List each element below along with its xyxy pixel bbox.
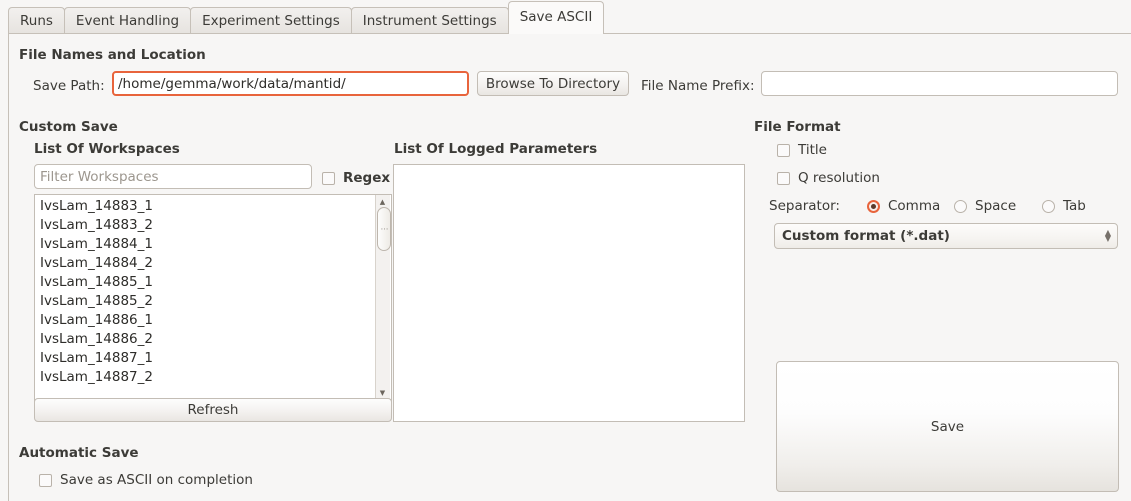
separator-tab-label: Tab xyxy=(1063,198,1086,214)
list-item[interactable]: IvsLam_14885_2 xyxy=(40,292,153,311)
file-format-combobox-value: Custom format (*.dat) xyxy=(782,228,950,244)
tab-bar: Runs Event Handling Experiment Settings … xyxy=(0,0,1131,34)
separator-comma-row[interactable]: Comma xyxy=(867,198,940,214)
file-names-group-title: File Names and Location xyxy=(19,47,206,63)
q-resolution-checkbox-label: Q resolution xyxy=(798,170,880,186)
list-item[interactable]: IvsLam_14887_1 xyxy=(40,349,153,368)
automatic-save-group-title: Automatic Save xyxy=(19,445,139,461)
save-path-label: Save Path: xyxy=(33,78,105,94)
file-format-group-title: File Format xyxy=(754,119,841,135)
separator-space-label: Space xyxy=(975,198,1016,214)
filter-workspaces-input[interactable] xyxy=(34,164,312,189)
separator-comma-label: Comma xyxy=(888,198,940,214)
file-format-combobox[interactable]: Custom format (*.dat) ▲ ▼ xyxy=(774,223,1118,249)
custom-save-group-title: Custom Save xyxy=(19,119,118,135)
q-resolution-checkbox-row[interactable]: Q resolution xyxy=(777,170,880,186)
title-checkbox-row[interactable]: Title xyxy=(777,142,827,158)
save-path-input[interactable] xyxy=(112,71,469,96)
save-as-ascii-on-completion-row[interactable]: Save as ASCII on completion xyxy=(39,472,253,488)
separator-space-row[interactable]: Space xyxy=(954,198,1016,214)
tab-runs[interactable]: Runs xyxy=(8,7,65,34)
workspaces-vertical-scrollbar[interactable]: ▲ ⋮ ▼ xyxy=(375,195,390,399)
refresh-button[interactable]: Refresh xyxy=(34,398,392,422)
title-checkbox-label: Title xyxy=(798,142,827,158)
separator-label: Separator: xyxy=(769,198,840,214)
list-of-workspaces-title: List Of Workspaces xyxy=(34,141,180,157)
separator-tab-row[interactable]: Tab xyxy=(1042,198,1086,214)
separator-tab-radio[interactable] xyxy=(1042,200,1055,213)
list-item[interactable]: IvsLam_14884_2 xyxy=(40,254,153,273)
list-item[interactable]: IvsLam_14883_2 xyxy=(40,216,153,235)
list-item[interactable]: IvsLam_14886_2 xyxy=(40,330,153,349)
save-ascii-panel: File Names and Location Save Path: Brows… xyxy=(8,33,1131,501)
file-name-prefix-input[interactable] xyxy=(761,71,1118,96)
tab-event-handling[interactable]: Event Handling xyxy=(64,7,191,34)
separator-space-radio[interactable] xyxy=(954,200,967,213)
list-item[interactable]: IvsLam_14884_1 xyxy=(40,235,153,254)
logged-parameters-list[interactable] xyxy=(394,165,399,167)
save-as-ascii-on-completion-label: Save as ASCII on completion xyxy=(60,472,253,488)
scroll-grip-icon: ⋮ xyxy=(382,225,386,233)
spinner-arrows-icon[interactable]: ▲ ▼ xyxy=(1105,230,1111,242)
list-item[interactable]: IvsLam_14885_1 xyxy=(40,273,153,292)
file-name-prefix-label: File Name Prefix: xyxy=(641,78,755,94)
workspaces-listbox[interactable]: IvsLam_14883_1IvsLam_14883_2IvsLam_14884… xyxy=(34,194,392,418)
save-button[interactable]: Save xyxy=(776,361,1119,492)
tab-experiment-settings[interactable]: Experiment Settings xyxy=(190,7,352,34)
tab-instrument-settings[interactable]: Instrument Settings xyxy=(351,7,509,34)
workspaces-list[interactable]: IvsLam_14883_1IvsLam_14883_2IvsLam_14884… xyxy=(35,195,153,387)
title-checkbox[interactable] xyxy=(777,144,790,157)
list-of-logged-parameters-title: List Of Logged Parameters xyxy=(394,141,597,157)
browse-to-directory-button[interactable]: Browse To Directory xyxy=(477,71,629,96)
list-item[interactable]: IvsLam_14883_1 xyxy=(40,197,153,216)
regex-label: Regex xyxy=(343,170,390,186)
list-item[interactable]: IvsLam_14887_2 xyxy=(40,368,153,387)
workspaces-vscroll-thumb[interactable]: ⋮ xyxy=(377,207,391,251)
list-item[interactable]: IvsLam_14886_1 xyxy=(40,311,153,330)
regex-checkbox-row[interactable]: Regex xyxy=(322,170,390,186)
q-resolution-checkbox[interactable] xyxy=(777,172,790,185)
regex-checkbox[interactable] xyxy=(322,172,335,185)
separator-comma-radio[interactable] xyxy=(867,200,880,213)
tab-save-ascii[interactable]: Save ASCII xyxy=(508,1,605,34)
logged-parameters-listbox[interactable] xyxy=(393,164,745,422)
save-as-ascii-on-completion-checkbox[interactable] xyxy=(39,474,52,487)
